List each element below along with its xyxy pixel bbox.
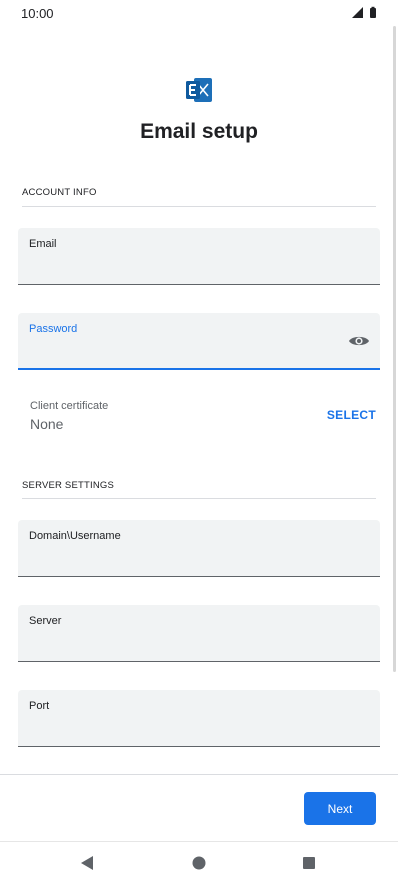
next-button[interactable]: Next: [304, 792, 376, 825]
domain-username-input[interactable]: [29, 552, 336, 570]
account-info-divider: [22, 206, 376, 207]
email-label: Email: [29, 238, 57, 250]
client-certificate-value: None: [30, 416, 64, 432]
password-input[interactable]: [29, 344, 336, 362]
port-label: Port: [29, 700, 50, 712]
port-input[interactable]: [29, 722, 336, 740]
navigation-bar: [0, 841, 398, 884]
server-input[interactable]: [29, 637, 336, 655]
password-field[interactable]: Password: [18, 313, 380, 370]
signal-icon: [352, 7, 363, 18]
page-title: Email setup: [140, 120, 258, 143]
status-time: 10:00: [21, 6, 54, 21]
footer-divider: [0, 774, 398, 775]
select-certificate-button[interactable]: SELECT: [327, 408, 376, 422]
server-settings-divider: [22, 498, 376, 499]
password-label: Password: [29, 323, 78, 335]
status-bar: 10:00: [0, 0, 398, 26]
server-label: Server: [29, 615, 62, 627]
home-icon[interactable]: [190, 854, 208, 872]
email-input[interactable]: [29, 260, 336, 278]
battery-icon: [370, 6, 376, 18]
server-field[interactable]: Server: [18, 605, 380, 662]
email-field[interactable]: Email: [18, 228, 380, 285]
eye-icon[interactable]: [346, 330, 372, 352]
back-icon[interactable]: [78, 854, 96, 872]
exchange-logo-icon: [185, 77, 213, 103]
account-info-header: ACCOUNT INFO: [22, 187, 97, 198]
server-settings-header: SERVER SETTINGS: [22, 480, 115, 491]
port-field[interactable]: Port: [18, 690, 380, 747]
domain-username-label: Domain\Username: [29, 530, 121, 542]
client-certificate-label: Client certificate: [30, 400, 109, 412]
domain-username-field[interactable]: Domain\Username: [18, 520, 380, 577]
recents-icon[interactable]: [300, 854, 318, 872]
status-icons: [350, 6, 378, 20]
